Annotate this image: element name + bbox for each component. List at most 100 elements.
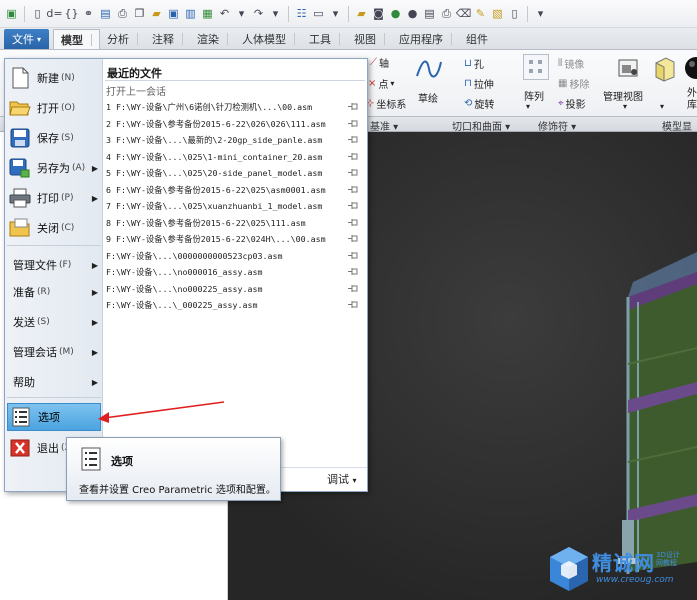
recent-file-item[interactable]: 4 F:\WY-设备\...\025\1-mini_container_20.a… (103, 149, 365, 165)
menu-send[interactable]: 发送 (S) ▶ (7, 311, 101, 333)
folder-icon[interactable]: ▰ (354, 6, 369, 22)
open-icon[interactable]: ▰ (149, 6, 164, 22)
pin-icon[interactable] (348, 102, 359, 111)
menu-open[interactable]: 打开 (O) (7, 95, 101, 121)
recent-file-item[interactable]: 8 F:\WY-设备\参考备份2015-6-22\025\111.asm (103, 215, 365, 231)
recent-file-item[interactable]: 3 F:\WY-设备\...\最新的\2-20gp_side_panle.asm (103, 132, 365, 148)
recent-file-item[interactable]: F:\WY-设备\...\_000225_assy.asm (103, 297, 365, 313)
recent-file-item[interactable]: 1 F:\WY-设备\广州\6诺创\针刀检测机\...\00.asm (103, 99, 365, 115)
menu-options[interactable]: 选项 (7, 403, 101, 431)
pin-icon[interactable] (348, 267, 359, 276)
undo-dropdown-icon[interactable]: ▾ (234, 6, 249, 22)
link-icon[interactable]: ⚭ (81, 6, 96, 22)
recent-file-item[interactable]: 6 F:\WY-设备\参考备份2015-6-22\025\asm0001.asm (103, 182, 365, 198)
tab-analysis[interactable]: 分析 (100, 29, 145, 49)
hole-button[interactable]: ⊔ 孔 (464, 56, 484, 71)
pin-icon[interactable] (348, 119, 359, 128)
copy-icon[interactable]: ❐ (132, 6, 147, 22)
pin-icon[interactable] (348, 234, 359, 243)
extrude-button[interactable]: ⊓ 拉伸 (464, 76, 494, 91)
pattern-icon[interactable] (523, 54, 549, 80)
drawing-icon[interactable]: ▤ (422, 6, 437, 22)
redo-dropdown-icon[interactable]: ▾ (268, 6, 283, 22)
customize-dropdown-icon[interactable]: ▾ (533, 6, 548, 22)
regenerate-icon[interactable]: ▦ (200, 6, 215, 22)
recent-file-item[interactable]: 2 F:\WY-设备\参考备份2015-6-22\026\026\111.asm (103, 116, 365, 132)
green-dot-icon[interactable]: ● (388, 6, 403, 22)
pattern-dropdown-icon[interactable]: ▾ (526, 102, 530, 111)
pin-icon[interactable] (348, 185, 359, 194)
menu-manage-file[interactable]: 管理文件 (F) ▶ (7, 254, 101, 276)
pattern-button[interactable]: 阵列 (524, 88, 544, 103)
view-dropdown-icon[interactable]: ▾ (660, 102, 664, 111)
save-icon[interactable]: ▣ (166, 6, 181, 22)
manage-views-button[interactable]: 管理视图 (603, 88, 643, 103)
save-copy-icon[interactable]: ▥ (183, 6, 198, 22)
recent-file-item[interactable]: 9 F:\WY-设备\参考备份2015-6-22\024H\...\00.asm (103, 231, 365, 247)
grey-dot-icon[interactable]: ● (405, 6, 420, 22)
plot-icon[interactable]: ⎙ (439, 6, 454, 22)
tab-manikin[interactable]: 人体模型 (235, 29, 302, 49)
menu-manage-session[interactable]: 管理会话 (M) ▶ (7, 341, 101, 363)
debug-button[interactable]: 调试 ▾ (327, 471, 357, 487)
page-icon[interactable]: ▯ (507, 6, 522, 22)
pin-icon[interactable] (348, 201, 359, 210)
pin-icon[interactable] (348, 152, 359, 161)
menu-close[interactable]: 关闭 (C) (7, 215, 101, 241)
tab-file[interactable]: 文件 ▾ (4, 29, 50, 49)
pin-icon[interactable] (348, 168, 359, 177)
project-button[interactable]: ⌖ 投影 (558, 96, 586, 111)
sketch-button[interactable]: 草绘 (418, 90, 438, 105)
redo-icon[interactable]: ↷ (251, 6, 266, 22)
tab-view[interactable]: 视图 (347, 29, 392, 49)
undo-icon[interactable]: ↶ (217, 6, 232, 22)
remove-button[interactable]: ▦ 移除 (558, 76, 589, 91)
point-button[interactable]: × 点 ▾ (368, 76, 394, 91)
pin-icon[interactable] (348, 218, 359, 227)
pin-icon[interactable] (348, 300, 359, 309)
paste-icon[interactable]: ▧ (490, 6, 505, 22)
braces-icon[interactable]: {} (64, 6, 79, 22)
recent-file-item[interactable]: F:\WY-设备\...\no000016_assy.asm (103, 264, 365, 280)
pin-icon[interactable] (348, 251, 359, 260)
tab-tools[interactable]: 工具 (302, 29, 347, 49)
tab-render[interactable]: 渲染 (190, 29, 235, 49)
window-dropdown-icon[interactable]: ▾ (328, 6, 343, 22)
sphere-icon[interactable] (682, 54, 697, 84)
group-cut[interactable]: 切口和曲面 ▾ (452, 118, 510, 133)
menu-help[interactable]: 帮助 ▶ (7, 371, 101, 393)
mirror-button[interactable]: ⫴ 镜像 (558, 56, 584, 71)
recent-file-item[interactable]: F:\WY-设备\...\no000225_assy.asm (103, 281, 365, 297)
pin-icon[interactable] (348, 284, 359, 293)
group-datum[interactable]: 基准 ▾ (370, 118, 398, 133)
sketch-icon[interactable] (414, 54, 444, 84)
pin-icon[interactable] (348, 135, 359, 144)
brush-icon[interactable]: ✎ (473, 6, 488, 22)
revolve-button[interactable]: ⟲ 旋转 (464, 96, 494, 111)
manage-views-dropdown-icon[interactable]: ▾ (623, 102, 627, 111)
recent-file-item[interactable]: 5 F:\WY-设备\...\025\20-side_panel_model.a… (103, 165, 365, 181)
menu-save-as[interactable]: 另存为 (A) ▶ (7, 155, 101, 181)
datum-display-icon[interactable]: d= (46, 6, 62, 22)
tab-component[interactable]: 组件 (459, 29, 495, 49)
group-display[interactable]: 模型显 (662, 118, 692, 133)
window-icon[interactable]: ▭ (311, 6, 326, 22)
manage-views-icon[interactable] (614, 54, 642, 82)
menu-prepare[interactable]: 准备 (R) ▶ (7, 281, 101, 303)
app-icon[interactable]: ▣ (4, 6, 19, 22)
menu-new[interactable]: 新建 (N) (7, 65, 101, 91)
camera-icon[interactable]: ▤ (98, 6, 113, 22)
menu-save[interactable]: 保存 (S) (7, 125, 101, 151)
menu-print[interactable]: 打印 (P) ▶ (7, 185, 101, 211)
csys-button[interactable]: ⊹ 坐标系 (366, 96, 406, 111)
tab-annotate[interactable]: 注释 (145, 29, 190, 49)
recent-file-item[interactable]: 7 F:\WY-设备\...\025\xuanzhuanbi_1_model.a… (103, 198, 365, 214)
recent-file-item[interactable]: F:\WY-设备\...\0000000000523cp03.asm (103, 248, 365, 264)
new-icon[interactable]: ▯ (30, 6, 45, 22)
box-icon[interactable] (651, 54, 677, 84)
open-previous-session[interactable]: 打开上一会话 (106, 83, 166, 98)
group-modifier[interactable]: 修饰符 ▾ (538, 118, 576, 133)
appearance-button[interactable]: 外 库 (687, 88, 697, 112)
tab-applications[interactable]: 应用程序 (392, 29, 459, 49)
axis-button[interactable]: ⟋ 轴 (370, 55, 389, 70)
